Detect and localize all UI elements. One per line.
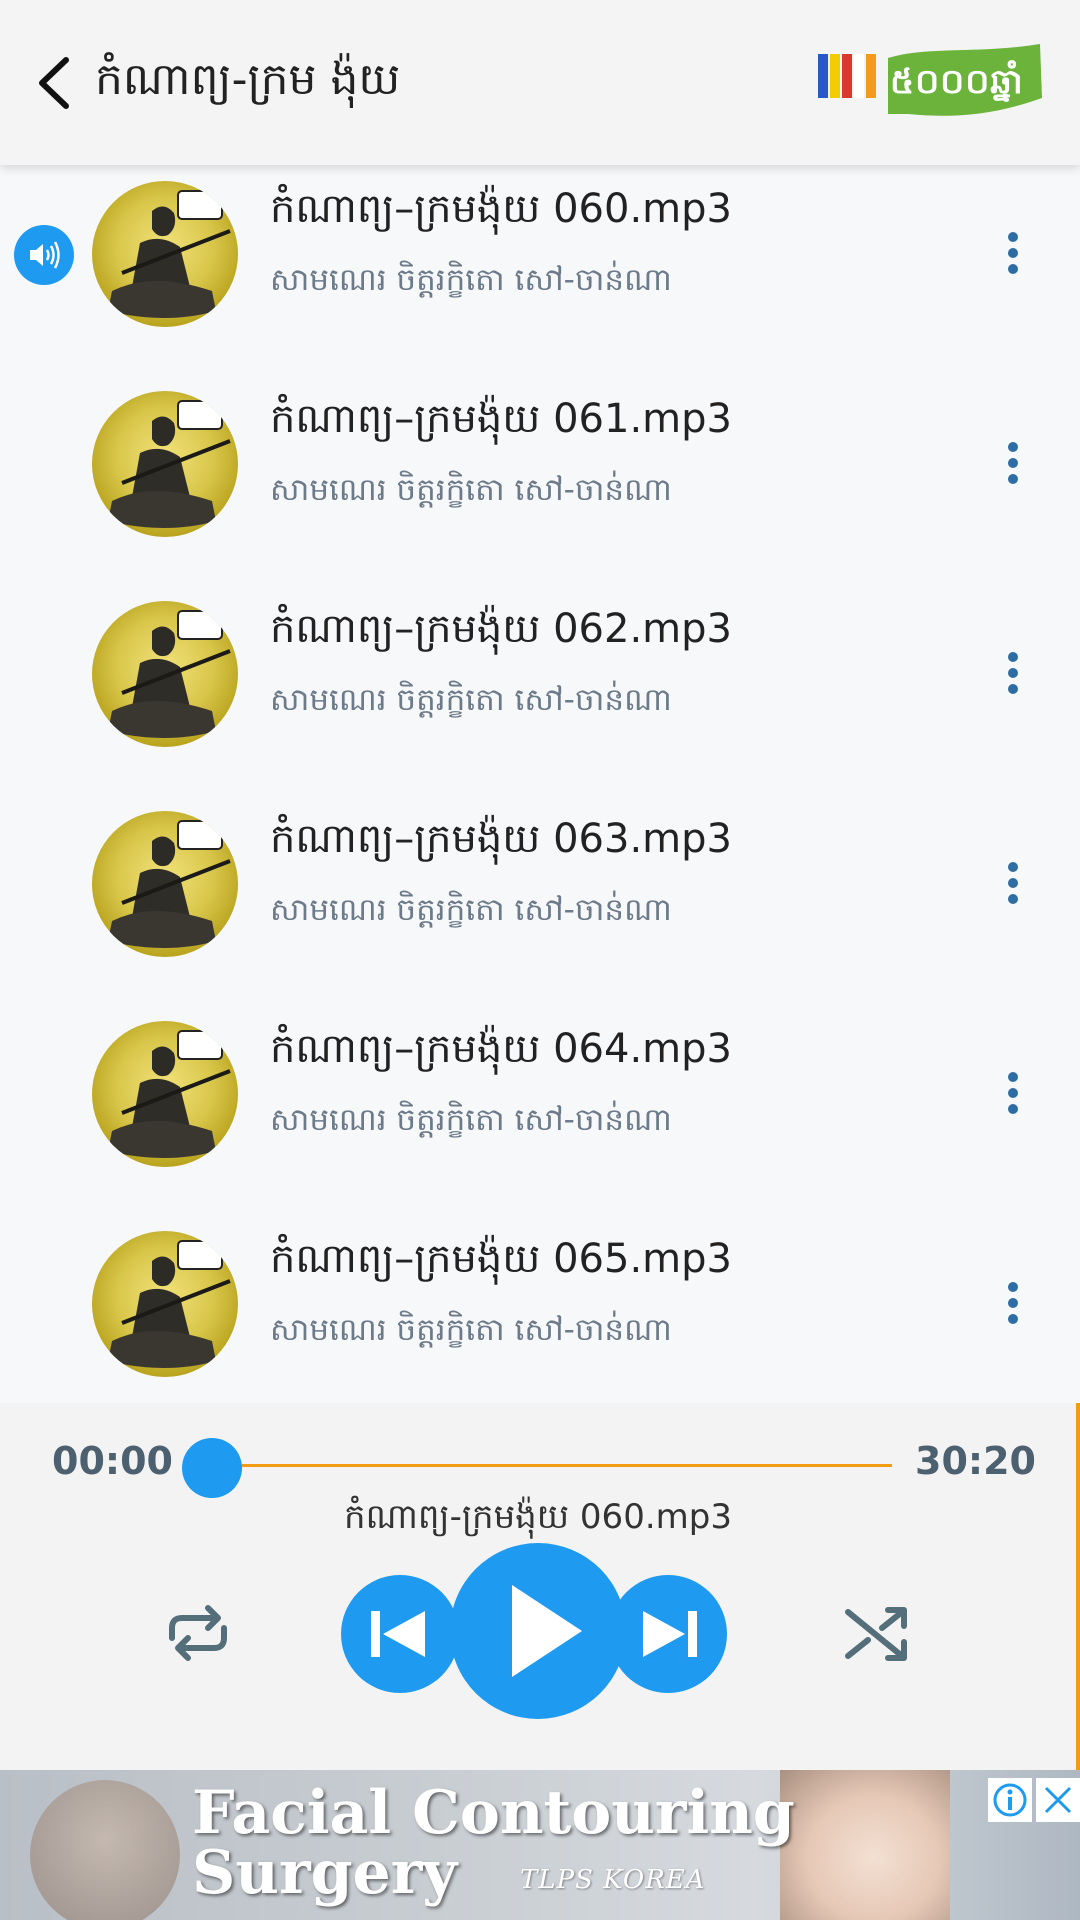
more-vertical-icon bbox=[1008, 442, 1018, 484]
seek-bar[interactable] bbox=[212, 1464, 892, 1467]
track-title: កំណាព្យ–ក្រមង៉ុយ 063.mp3 bbox=[270, 816, 732, 862]
more-vertical-icon bbox=[1008, 232, 1018, 274]
track-artist: សាមណេរ ចិត្តរក្ខិតោ សៅ-ចាន់ណា bbox=[270, 472, 672, 508]
track-row[interactable]: កំណាព្យ–ក្រមង៉ុយ 063.mp3 សាមណេរ ចិត្តរក្… bbox=[0, 795, 1080, 1005]
ad-image-left bbox=[30, 1780, 180, 1920]
back-button[interactable] bbox=[22, 48, 92, 118]
chevron-left-icon bbox=[39, 57, 69, 109]
play-button[interactable] bbox=[450, 1543, 626, 1719]
track-row[interactable]: កំណាព្យ–ក្រមង៉ុយ 060.mp3 សាមណេរ ចិត្តរក្… bbox=[0, 165, 1080, 375]
track-row[interactable]: កំណាព្យ–ក្រមង៉ុយ 065.mp3 សាមណេរ ចិត្តរក្… bbox=[0, 1215, 1080, 1425]
ad-brand: TLPS KOREA bbox=[520, 1865, 706, 1895]
track-menu-button[interactable] bbox=[998, 439, 1028, 487]
ad-image-right bbox=[780, 1770, 950, 1920]
track-title: កំណាព្យ–ក្រមង៉ុយ 060.mp3 bbox=[270, 186, 732, 232]
repeat-icon bbox=[169, 1605, 227, 1661]
close-icon bbox=[1044, 1786, 1072, 1814]
skip-previous-icon bbox=[371, 1611, 425, 1657]
shuffle-button[interactable] bbox=[838, 1598, 918, 1668]
now-playing-indicator bbox=[14, 225, 74, 285]
total-time: 30:20 bbox=[915, 1439, 1036, 1483]
seek-thumb[interactable] bbox=[182, 1438, 242, 1498]
track-artist: សាមណេរ ចិត្តរក្ខិតោ សៅ-ចាន់ណា bbox=[270, 1102, 672, 1138]
app-header: កំណាព្យ-ក្រម ង៉ុយ ៥០០០ឆ្នាំ bbox=[0, 0, 1080, 165]
track-menu-button[interactable] bbox=[998, 229, 1028, 277]
track-list: កំណាព្យ–ក្រមង៉ុយ 060.mp3 សាមណេរ ចិត្តរក្… bbox=[0, 165, 1080, 1403]
track-menu-button[interactable] bbox=[998, 1279, 1028, 1327]
current-time: 00:00 bbox=[52, 1439, 173, 1483]
player-bar: 00:00 30:20 កំណាព្យ-ក្រមង៉ុយ 060.mp3 bbox=[0, 1403, 1080, 1770]
track-menu-button[interactable] bbox=[998, 649, 1028, 697]
ad-headline-line2: Surgery bbox=[192, 1838, 458, 1908]
track-row[interactable]: កំណាព្យ–ក្រមង៉ុយ 062.mp3 សាមណេរ ចិត្តរក្… bbox=[0, 585, 1080, 795]
previous-button[interactable] bbox=[341, 1575, 459, 1693]
track-menu-button[interactable] bbox=[998, 859, 1028, 907]
track-row[interactable]: កំណាព្យ–ក្រមង៉ុយ 061.mp3 សាមណេរ ចិត្តរក្… bbox=[0, 375, 1080, 585]
track-title: កំណាព្យ–ក្រមង៉ុយ 065.mp3 bbox=[270, 1236, 732, 1282]
play-icon bbox=[512, 1585, 582, 1677]
ad-info-button[interactable] bbox=[988, 1778, 1032, 1822]
speaker-icon bbox=[30, 241, 60, 269]
ad-close-button[interactable] bbox=[1036, 1778, 1080, 1822]
ad-banner[interactable]: Facial Contouring Surgery TLPS KOREA bbox=[0, 1770, 1080, 1920]
more-vertical-icon bbox=[1008, 1282, 1018, 1324]
track-thumbnail bbox=[92, 391, 238, 537]
track-thumbnail bbox=[92, 1231, 238, 1377]
track-artist: សាមណេរ ចិត្តរក្ខិតោ សៅ-ចាន់ណា bbox=[270, 892, 672, 928]
more-vertical-icon bbox=[1008, 862, 1018, 904]
shuffle-icon bbox=[845, 1607, 907, 1661]
track-thumbnail bbox=[92, 1021, 238, 1167]
track-artist: សាមណេរ ចិត្តរក្ខិតោ សៅ-ចាន់ណា bbox=[270, 1312, 672, 1348]
next-button[interactable] bbox=[609, 1575, 727, 1693]
logo-text: ៥០០០ឆ្នាំ bbox=[890, 62, 1024, 102]
track-artist: សាមណេរ ចិត្តរក្ខិតោ សៅ-ចាន់ណា bbox=[270, 262, 672, 298]
track-thumbnail bbox=[92, 601, 238, 747]
track-title: កំណាព្យ–ក្រមង៉ុយ 062.mp3 bbox=[270, 606, 732, 652]
track-row[interactable]: កំណាព្យ–ក្រមង៉ុយ 064.mp3 សាមណេរ ចិត្តរក្… bbox=[0, 1005, 1080, 1215]
track-artist: សាមណេរ ចិត្តរក្ខិតោ សៅ-ចាន់ណា bbox=[270, 682, 672, 718]
page-title: កំណាព្យ-ក្រម ង៉ុយ bbox=[95, 54, 401, 105]
more-vertical-icon bbox=[1008, 1072, 1018, 1114]
track-title: កំណាព្យ–ក្រមង៉ុយ 064.mp3 bbox=[270, 1026, 732, 1072]
now-playing-title: កំណាព្យ-ក្រមង៉ុយ 060.mp3 bbox=[344, 1497, 732, 1537]
skip-next-icon bbox=[643, 1611, 697, 1657]
more-vertical-icon bbox=[1008, 652, 1018, 694]
track-thumbnail bbox=[92, 811, 238, 957]
info-icon bbox=[993, 1783, 1027, 1817]
track-title: កំណាព្យ–ក្រមង៉ុយ 061.mp3 bbox=[270, 396, 732, 442]
repeat-button[interactable] bbox=[158, 1598, 238, 1668]
track-menu-button[interactable] bbox=[998, 1069, 1028, 1117]
track-thumbnail bbox=[92, 181, 238, 327]
